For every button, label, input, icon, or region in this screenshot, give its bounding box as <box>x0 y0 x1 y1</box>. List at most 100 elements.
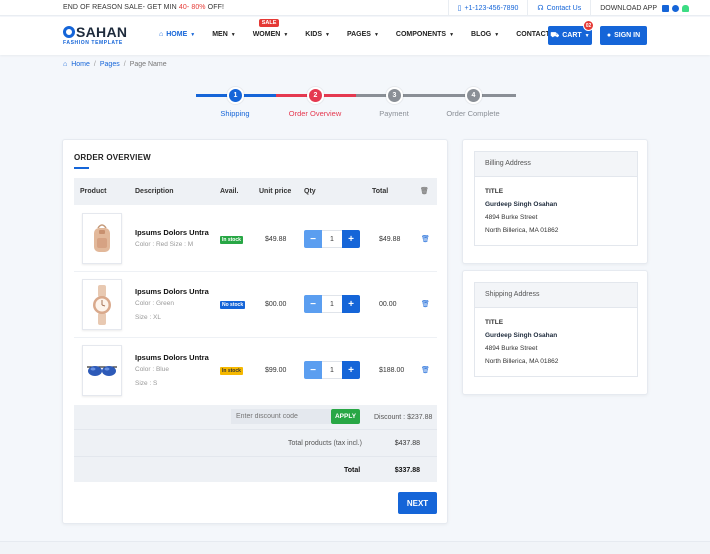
product-image[interactable] <box>82 213 122 264</box>
phone-link[interactable]: ▯ +1-123-456-7890 <box>447 0 528 16</box>
billing-name: Gurdeep Singh Osahan <box>485 201 558 208</box>
signin-label: SIGN IN <box>614 32 641 39</box>
windows-icon[interactable] <box>662 4 669 12</box>
product-name[interactable]: Ipsums Dolors Untra <box>135 353 209 362</box>
logo-tagline: FASHION TEMPLATE <box>63 40 123 46</box>
trash-icon[interactable]: 🗑 <box>420 187 429 195</box>
promo-text: END OF REASON SALE- GET MIN 40- 80% OFF! <box>63 4 224 11</box>
minus-button[interactable]: − <box>304 295 322 313</box>
product-meta-size: Size : S <box>135 380 158 387</box>
product-image[interactable] <box>82 345 122 396</box>
product-name[interactable]: Ipsums Dolors Untra <box>135 287 209 296</box>
product-name[interactable]: Ipsums Dolors Untra <box>135 228 209 237</box>
apple-icon[interactable] <box>672 4 679 12</box>
contact-label: Contact Us <box>546 4 582 12</box>
grand-total-value: $337.88 <box>394 467 420 474</box>
breadcrumb-pages[interactable]: Pages <box>100 61 120 68</box>
apply-button[interactable]: APPLY <box>331 409 360 424</box>
breadcrumb-home[interactable]: Home <box>71 61 90 68</box>
availability-badge: In stock <box>220 367 243 375</box>
shipping-address-box: Shipping Address TITLE Gurdeep Singh Osa… <box>474 282 638 377</box>
home-icon[interactable]: ⌂ <box>63 61 67 68</box>
cart-button[interactable]: ⛟ CART ▼ 02 <box>548 20 594 45</box>
contact-link[interactable]: ☊ Contact Us <box>527 0 590 16</box>
col-description: Description <box>135 188 174 195</box>
step-1-circle[interactable]: 1 <box>227 87 244 104</box>
discount-row: APPLY Discount : $237.88 <box>74 405 437 429</box>
cart-count-badge: 02 <box>583 20 594 31</box>
logo[interactable]: SAHAN FASHION TEMPLATE <box>63 24 127 46</box>
next-button[interactable]: NEXT <box>398 492 437 514</box>
table-row: Ipsums Dolors Untra Color : Red Size : M… <box>74 206 437 272</box>
product-meta-color: Color : Blue <box>135 366 169 373</box>
shipping-address-heading: Shipping Address <box>475 283 637 308</box>
phone-number: +1-123-456-7890 <box>464 4 519 12</box>
user-icon: ● <box>606 32 612 39</box>
quantity-value[interactable]: 1 <box>322 361 342 379</box>
cart-label: CART <box>562 32 582 39</box>
nav-pages-label: PAGES <box>346 31 371 38</box>
chevron-down-icon: ▼ <box>584 32 590 39</box>
shipping-address-card: Shipping Address TITLE Gurdeep Singh Osa… <box>462 270 648 395</box>
product-meta: Color : Red Size : M <box>135 241 194 248</box>
nav-components-label: COMPONENTS <box>395 31 447 38</box>
discount-amount: Discount : $237.88 <box>374 414 433 421</box>
total-products-label: Total products (tax incl.) <box>288 440 362 447</box>
chevron-down-icon: ▼ <box>373 31 379 38</box>
backpack-icon <box>94 223 110 252</box>
billing-address-heading: Billing Address <box>475 152 637 177</box>
plus-button[interactable]: + <box>342 230 360 248</box>
download-app: DOWNLOAD APP <box>590 0 698 16</box>
sale-badge: SALE <box>258 19 280 27</box>
nav-components[interactable]: COMPONENTS ▼ <box>396 31 454 38</box>
nav-kids[interactable]: KIDS ▼ <box>305 31 330 38</box>
main-header: SAHAN FASHION TEMPLATE ⌂ HOME ▼ MEN ▼ SALE W… <box>0 17 710 55</box>
shipping-title: TITLE <box>485 319 504 326</box>
minus-button[interactable]: − <box>304 361 322 379</box>
promo-suffix: OFF! <box>205 4 225 11</box>
plus-button[interactable]: + <box>342 295 360 313</box>
step-4-circle[interactable]: 4 <box>465 87 482 104</box>
minus-button[interactable]: − <box>304 230 322 248</box>
unit-price: $49.88 <box>265 236 287 243</box>
signin-button[interactable]: ● SIGN IN <box>600 26 647 45</box>
checkout-stepper: 1 2 3 4 Shipping Order Overview Payment … <box>196 87 516 118</box>
quantity-value[interactable]: 1 <box>322 230 342 248</box>
step-3-circle[interactable]: 3 <box>386 87 403 104</box>
android-icon[interactable] <box>682 4 689 12</box>
shipping-street: 4894 Burke Street <box>485 345 538 352</box>
nav-blog[interactable]: BLOG ▼ <box>471 31 499 38</box>
nav-men-label: MEN <box>212 31 228 38</box>
quantity-value[interactable]: 1 <box>322 295 342 313</box>
order-summary: APPLY Discount : $237.88 Total products … <box>74 405 437 482</box>
trash-icon[interactable]: 🗑 <box>421 366 430 374</box>
nav-women[interactable]: SALE WOMEN ▼ <box>253 19 288 38</box>
row-total: 00.00 <box>379 301 397 308</box>
home-icon: ⌂ <box>159 31 164 38</box>
nav-pages[interactable]: PAGES ▼ <box>347 31 379 38</box>
step-1-label: Shipping <box>220 109 250 118</box>
trash-icon[interactable]: 🗑 <box>421 300 430 308</box>
logo-o-icon <box>63 26 75 38</box>
grand-total-label: Total <box>344 467 361 474</box>
product-image[interactable] <box>82 279 122 330</box>
plus-button[interactable]: + <box>342 361 360 379</box>
step-2-circle[interactable]: 2 <box>307 87 324 104</box>
promo-highlight: 40- 80% <box>178 4 206 11</box>
chevron-down-icon: ▼ <box>325 31 330 38</box>
col-qty: Qty <box>304 188 316 195</box>
nav-home[interactable]: ⌂ HOME ▼ <box>159 31 195 38</box>
download-label: DOWNLOAD APP <box>600 4 657 12</box>
chevron-down-icon: ▼ <box>190 31 196 38</box>
nav-men[interactable]: MEN ▼ <box>212 31 236 38</box>
grand-total-row: Total $337.88 <box>74 456 437 482</box>
trash-icon[interactable]: 🗑 <box>421 235 430 243</box>
phone-icon: ▯ <box>457 5 462 12</box>
nav-contact[interactable]: CONTACT <box>516 31 550 38</box>
discount-code-input[interactable] <box>231 409 331 424</box>
billing-street: 4894 Burke Street <box>485 214 538 221</box>
total-products-row: Total products (tax incl.) $437.88 <box>74 429 437 456</box>
main-nav: ⌂ HOME ▼ MEN ▼ SALE WOMEN ▼ KIDS ▼ PAGES ▼ COMP… <box>159 19 567 38</box>
chevron-down-icon: ▼ <box>230 31 236 38</box>
nav-home-label: HOME <box>166 31 188 38</box>
